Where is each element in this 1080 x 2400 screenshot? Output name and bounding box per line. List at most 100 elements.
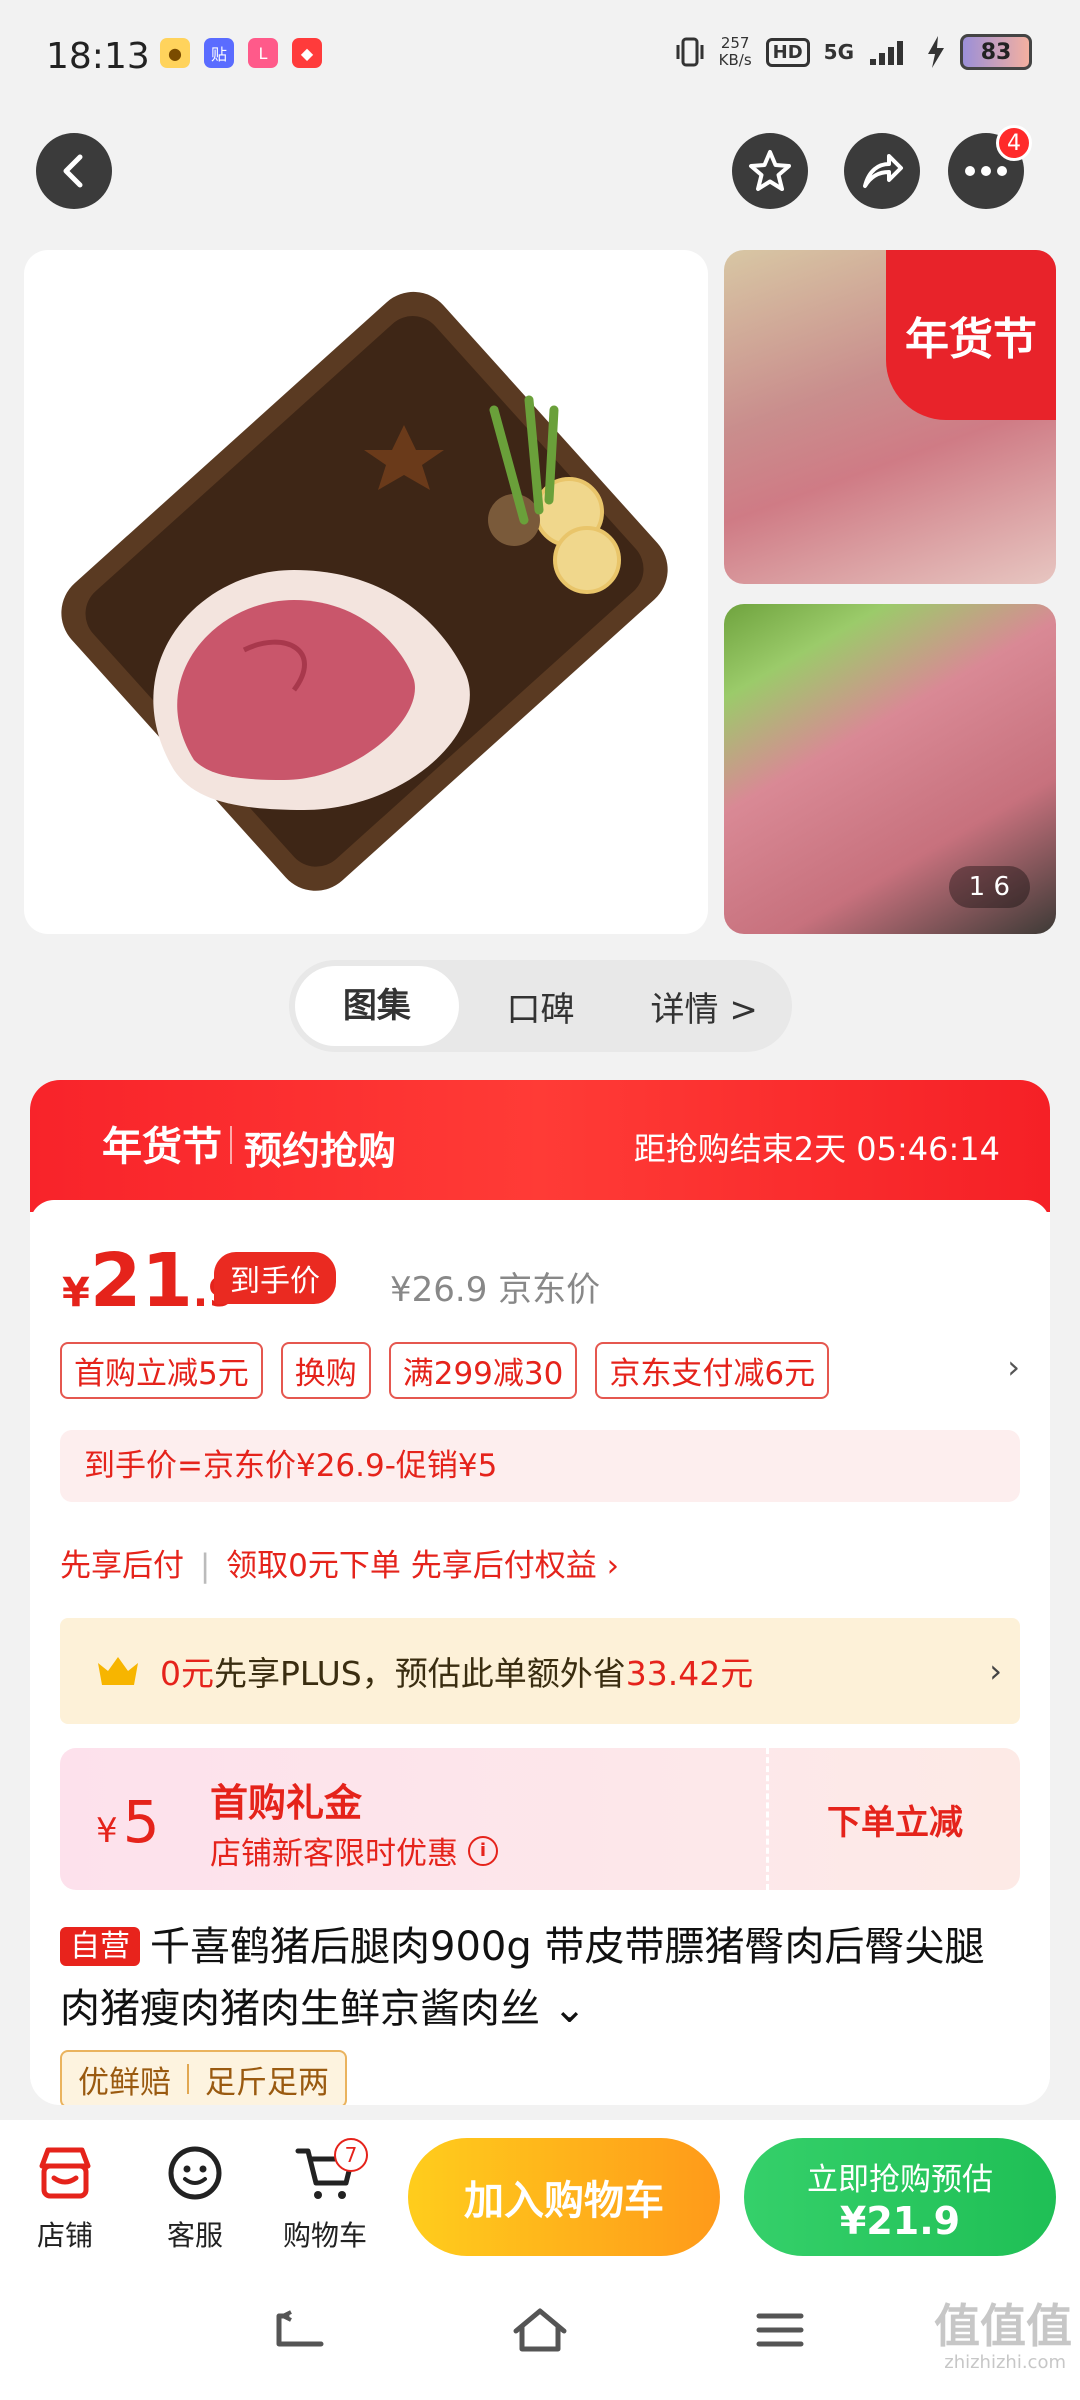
charging-icon <box>928 36 944 68</box>
tab-details[interactable]: 详情 > <box>622 982 786 1031</box>
cart-button[interactable]: 7 购物车 <box>270 2138 380 2254</box>
coupon-list[interactable]: 首购立减5元 换购 满299减30 京东支付减6元 <box>60 1342 830 1399</box>
vibrate-icon <box>676 37 704 67</box>
shop-button[interactable]: 店铺 <box>10 2142 120 2254</box>
network-speed: 257 KB/s <box>719 35 752 69</box>
battery-indicator: 83 <box>960 34 1032 70</box>
coupon-tag[interactable]: 京东支付减6元 <box>595 1342 830 1399</box>
crown-icon <box>98 1657 138 1685</box>
coupon-tag[interactable]: 换购 <box>280 1342 371 1399</box>
network-type: 5G <box>823 40 854 64</box>
thumbnail-image-2[interactable]: 1 6 <box>724 604 1056 934</box>
more-button[interactable]: 4 <box>948 125 1032 209</box>
buy-now-label: 立即抢购预估 <box>807 2162 993 2198</box>
more-dots-icon <box>965 166 1007 176</box>
star-icon <box>749 150 791 191</box>
arrival-price-tag: 到手价 <box>214 1252 336 1304</box>
ant-icon: ● <box>160 38 190 68</box>
service-icon-wrap <box>140 2142 250 2204</box>
status-bar: 18:13 ● 贴 L ◆ 257 KB/s HD 5G 83 <box>0 0 1080 110</box>
tieba-icon: 贴 <box>204 38 234 68</box>
main-product-image[interactable] <box>24 250 708 934</box>
share-button[interactable] <box>844 133 920 209</box>
section-tabs: 图集 口碑 详情 > <box>289 960 792 1052</box>
nav-home-button[interactable] <box>500 2300 580 2360</box>
notification-badge: 4 <box>996 125 1032 161</box>
coupon-tag[interactable]: 首购立减5元 <box>60 1342 263 1399</box>
product-info-card: 年货节 预约抢购 距抢购结束2天 05:46:14 ¥ 21 .9 到手价 ¥2… <box>30 1080 1050 2105</box>
price-integer: 21 <box>89 1238 193 1324</box>
nav-back-icon <box>276 2310 324 2347</box>
tab-gallery[interactable]: 图集 <box>295 966 459 1046</box>
service-label: 客服 <box>166 2219 223 2252</box>
status-time: 18:13 <box>46 36 150 77</box>
promo-header: 年货节 预约抢购 距抢购结束2天 05:46:14 <box>30 1080 1050 1212</box>
thumbnail-image-1[interactable]: 年货节 <box>724 250 1056 584</box>
back-button[interactable] <box>36 133 112 209</box>
gift-currency: ¥ <box>96 1811 118 1851</box>
guarantee-tag: 足斤足两 <box>205 2064 329 2101</box>
cart-label: 购物车 <box>282 2219 367 2252</box>
customer-service-button[interactable]: 客服 <box>140 2142 250 2254</box>
add-to-cart-button[interactable]: 加入购物车 <box>408 2138 720 2256</box>
coupon-tag[interactable]: 满299减30 <box>388 1342 578 1399</box>
image-counter: 1 6 <box>948 866 1030 908</box>
buy-now-button[interactable]: 立即抢购预估 ¥21.9 <box>744 2138 1056 2256</box>
first-purchase-gift[interactable]: ¥ 5 首购礼金 店铺新客限时优惠 i 下单立减 <box>60 1748 1020 1890</box>
share-icon <box>863 154 903 188</box>
promo-festival-logo: 年货节 <box>102 1123 222 1170</box>
red-app-icon: ◆ <box>292 38 322 68</box>
status-app-icons: ● 贴 L ◆ <box>160 38 322 68</box>
speed-unit: KB/s <box>718 51 752 69</box>
chevron-left-icon <box>63 154 83 188</box>
pay-later-separator: | <box>199 1548 211 1584</box>
watermark: 值值值 <box>934 2299 1072 2353</box>
info-icon[interactable]: i <box>468 1835 498 1866</box>
menu-icon <box>756 2313 804 2347</box>
card-body: ¥ 21 .9 到手价 ¥26.9 京东价 首购立减5元 换购 满299减30 … <box>30 1200 1050 2105</box>
price-currency: ¥ <box>62 1270 90 1316</box>
guarantee-tags[interactable]: 优鲜赔 足斤足两 <box>60 2050 347 2105</box>
speed-value: 257 <box>720 34 750 52</box>
pay-later-offer: 领取0元下单 先享后付权益 › <box>226 1548 619 1584</box>
cart-count-badge: 7 <box>334 2138 368 2172</box>
watermark-url: zhizhizhi.com <box>944 2352 1066 2373</box>
plus-text: 先享PLUS，预估此单额外省 <box>214 1654 626 1693</box>
chevron-right-icon[interactable]: › <box>1007 1348 1020 1386</box>
plus-free-text: 0元 <box>160 1654 214 1693</box>
favorite-button[interactable] <box>732 133 808 209</box>
guarantee-tag: 优鲜赔 <box>78 2064 171 2101</box>
coupon-divider <box>766 1748 769 1890</box>
cart-icon-wrap: 7 <box>270 2138 380 2204</box>
home-icon <box>513 2308 567 2352</box>
system-nav-bar <box>0 2262 1080 2400</box>
nav-menu-button[interactable] <box>740 2300 820 2360</box>
bottom-action-bar: 店铺 客服 7 购物车 加入购物车 立即抢购预估 ¥21.9 <box>0 2120 1080 2262</box>
festival-badge: 年货节 <box>886 250 1056 420</box>
shop-label: 店铺 <box>36 2219 93 2252</box>
signal-icon <box>870 41 903 65</box>
plus-saving: 33.42元 <box>625 1654 754 1693</box>
plus-membership-bar[interactable]: 0元 先享PLUS，预估此单额外省 33.42元 › <box>60 1618 1020 1724</box>
product-title[interactable]: 自营 千喜鹤猪后腿肉900g 带皮带膘猪臀肉后臀尖腿肉猪瘦肉猪肉生鲜京酱肉丝 ⌄ <box>60 1916 1020 2040</box>
price-display: ¥ 21 .9 <box>62 1238 236 1324</box>
pay-later-link[interactable]: 先享后付 | 领取0元下单 先享后付权益 › <box>60 1540 619 1585</box>
gift-subtitle: 店铺新客限时优惠 i <box>210 1828 498 1873</box>
gift-value: 5 <box>122 1788 160 1856</box>
gift-claim-button[interactable]: 下单立减 <box>770 1748 1020 1890</box>
gift-amount: ¥ 5 <box>96 1788 160 1856</box>
promo-title: 预约抢购 <box>244 1129 397 1173</box>
promo-countdown: 距抢购结束2天 05:46:14 <box>633 1130 1000 1168</box>
product-title-text: 千喜鹤猪后腿肉900g 带皮带膘猪臀肉后臀尖腿肉猪瘦肉猪肉生鲜京酱肉丝 ⌄ <box>60 1924 985 2032</box>
gift-title: 首购礼金 <box>210 1781 363 1825</box>
pay-later-label: 先享后付 <box>60 1548 184 1584</box>
chevron-right-icon: › <box>989 1652 1002 1690</box>
shop-icon-wrap <box>10 2142 120 2204</box>
jd-price: ¥26.9 京东价 <box>390 1270 601 1310</box>
pork-on-tray-image <box>61 291 668 891</box>
nav-back-button[interactable] <box>260 2300 340 2360</box>
chat-face-icon <box>168 2146 222 2200</box>
tab-reviews[interactable]: 口碑 <box>459 982 623 1031</box>
gift-subtitle-text: 店铺新客限时优惠 <box>210 1836 458 1872</box>
shop-icon <box>39 2147 91 2199</box>
